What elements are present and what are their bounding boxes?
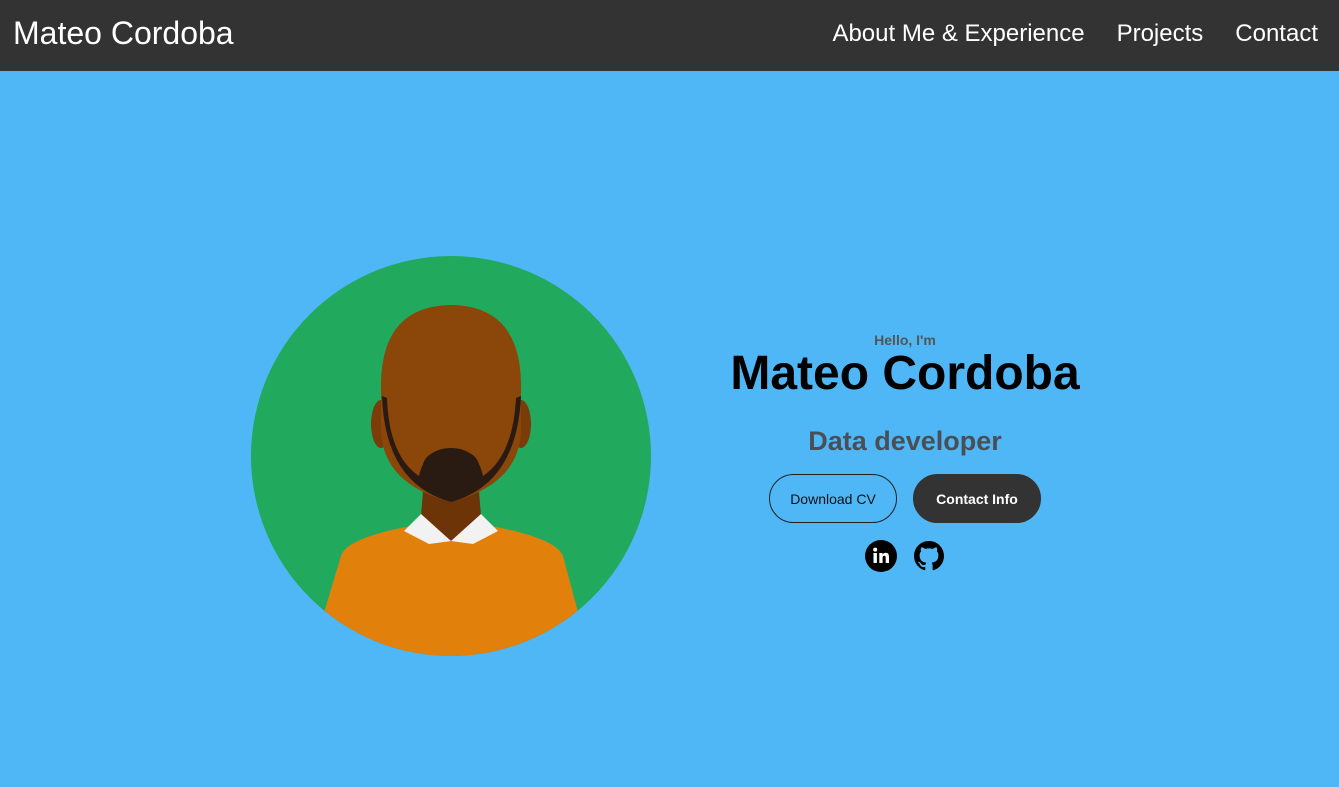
hero-section: Hello, I'm Mateo Cordoba Data developer … (705, 330, 1105, 572)
avatar-goatee (448, 464, 454, 476)
linkedin-icon[interactable] (865, 540, 897, 572)
avatar-shirt (323, 526, 579, 656)
github-icon[interactable] (913, 540, 945, 572)
download-cv-button[interactable]: Download CV (769, 474, 897, 523)
nav-link-about[interactable]: About Me & Experience (832, 18, 1084, 50)
brand-logo[interactable]: Mateo Cordoba (13, 14, 234, 52)
social-links (705, 540, 1105, 572)
nav-links: About Me & Experience Projects Contact (832, 18, 1318, 50)
nav-link-projects[interactable]: Projects (1117, 18, 1204, 50)
navbar: Mateo Cordoba About Me & Experience Proj… (0, 0, 1339, 71)
profile-avatar (251, 256, 651, 656)
hero-name: Mateo Cordoba (730, 347, 1080, 400)
hero-role: Data developer (808, 426, 1002, 456)
hero-buttons: Download CV Contact Info (705, 474, 1105, 523)
nav-link-contact[interactable]: Contact (1235, 18, 1318, 50)
contact-info-button[interactable]: Contact Info (913, 474, 1041, 523)
